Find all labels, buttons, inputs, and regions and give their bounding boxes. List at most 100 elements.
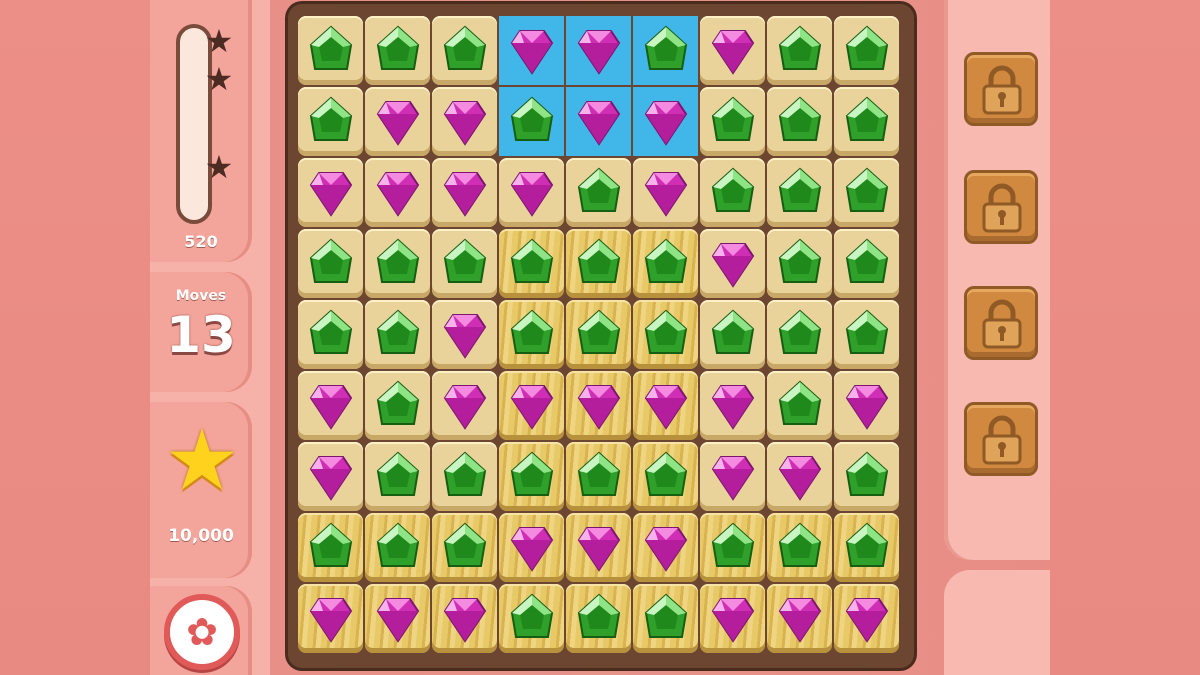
- board-tile[interactable]: [365, 16, 430, 85]
- wood-tile[interactable]: [298, 513, 363, 582]
- board-tile[interactable]: [700, 158, 765, 227]
- wood-tile[interactable]: [834, 513, 899, 582]
- board-tile[interactable]: [298, 87, 363, 156]
- board-tile[interactable]: [834, 371, 899, 440]
- pink-diamond-gem: [309, 455, 352, 501]
- pink-diamond-gem: [711, 242, 754, 288]
- board-tile[interactable]: [767, 16, 832, 85]
- wood-tile[interactable]: [633, 229, 698, 298]
- board-tile[interactable]: [365, 371, 430, 440]
- wood-tile[interactable]: [633, 300, 698, 369]
- wood-tile[interactable]: [499, 229, 564, 298]
- board-tile[interactable]: [365, 229, 430, 298]
- locked-booster-button[interactable]: [964, 170, 1038, 244]
- board-tile[interactable]: [298, 16, 363, 85]
- wood-tile[interactable]: [834, 584, 899, 653]
- locked-booster-button[interactable]: [964, 286, 1038, 360]
- board-tile[interactable]: [767, 158, 832, 227]
- wood-tile[interactable]: [365, 513, 430, 582]
- board-tile[interactable]: [700, 371, 765, 440]
- board-tile[interactable]: [298, 158, 363, 227]
- locked-booster-button[interactable]: [964, 52, 1038, 126]
- board-tile[interactable]: [432, 229, 497, 298]
- board-tile[interactable]: [566, 158, 631, 227]
- water-tile[interactable]: [566, 87, 631, 156]
- wood-tile[interactable]: [566, 371, 631, 440]
- pink-diamond-gem: [644, 526, 687, 572]
- wood-tile[interactable]: [633, 371, 698, 440]
- board-tile[interactable]: [432, 371, 497, 440]
- board-tile[interactable]: [834, 229, 899, 298]
- wood-tile[interactable]: [633, 442, 698, 511]
- board-tile[interactable]: [834, 16, 899, 85]
- board-tile[interactable]: [834, 158, 899, 227]
- wood-tile[interactable]: [499, 300, 564, 369]
- board-tile[interactable]: [298, 371, 363, 440]
- green-emerald-gem: [510, 96, 553, 141]
- settings-button[interactable]: ✿: [164, 594, 240, 670]
- locked-booster-button[interactable]: [964, 402, 1038, 476]
- board-tile[interactable]: [365, 87, 430, 156]
- board-tile[interactable]: [499, 158, 564, 227]
- board-tile[interactable]: [432, 442, 497, 511]
- wood-tile[interactable]: [566, 584, 631, 653]
- wood-tile[interactable]: [499, 442, 564, 511]
- board-tile[interactable]: [767, 229, 832, 298]
- wood-tile[interactable]: [499, 584, 564, 653]
- board-tile[interactable]: [365, 158, 430, 227]
- wood-tile[interactable]: [633, 513, 698, 582]
- board-tile[interactable]: [365, 442, 430, 511]
- wood-tile[interactable]: [700, 584, 765, 653]
- board-tile[interactable]: [700, 229, 765, 298]
- water-tile[interactable]: [566, 16, 631, 85]
- board-tile[interactable]: [298, 442, 363, 511]
- wood-tile[interactable]: [499, 513, 564, 582]
- green-emerald-gem: [778, 96, 821, 141]
- board-tile[interactable]: [298, 229, 363, 298]
- board-tile[interactable]: [700, 87, 765, 156]
- pink-diamond-gem: [510, 171, 553, 217]
- board-tile[interactable]: [834, 87, 899, 156]
- green-emerald-gem: [443, 238, 486, 283]
- green-emerald-gem: [644, 238, 687, 283]
- gear-icon: ✿: [186, 610, 218, 654]
- board-tile[interactable]: [700, 300, 765, 369]
- water-tile[interactable]: [633, 16, 698, 85]
- pink-diamond-gem: [443, 384, 486, 430]
- board-tile[interactable]: [633, 158, 698, 227]
- board-tile[interactable]: [432, 16, 497, 85]
- board-tile[interactable]: [432, 300, 497, 369]
- board-tile[interactable]: [767, 87, 832, 156]
- water-tile[interactable]: [499, 87, 564, 156]
- board-tile[interactable]: [432, 87, 497, 156]
- wood-tile[interactable]: [566, 442, 631, 511]
- wood-tile[interactable]: [499, 371, 564, 440]
- wood-tile[interactable]: [432, 584, 497, 653]
- board-tile[interactable]: [767, 442, 832, 511]
- wood-tile[interactable]: [767, 584, 832, 653]
- water-tile[interactable]: [499, 16, 564, 85]
- board-tile[interactable]: [298, 300, 363, 369]
- wood-tile[interactable]: [432, 513, 497, 582]
- wood-tile[interactable]: [298, 584, 363, 653]
- board-tile[interactable]: [834, 442, 899, 511]
- board-tile[interactable]: [834, 300, 899, 369]
- wood-tile[interactable]: [566, 229, 631, 298]
- board-tile[interactable]: [767, 300, 832, 369]
- board-tile[interactable]: [700, 16, 765, 85]
- wood-tile[interactable]: [566, 300, 631, 369]
- pink-diamond-gem: [845, 597, 888, 643]
- board-tile[interactable]: [700, 442, 765, 511]
- wood-tile[interactable]: [767, 513, 832, 582]
- wood-tile[interactable]: [566, 513, 631, 582]
- water-tile[interactable]: [633, 87, 698, 156]
- wood-tile[interactable]: [633, 584, 698, 653]
- board-tile[interactable]: [432, 158, 497, 227]
- green-emerald-gem: [845, 238, 888, 283]
- board-tile[interactable]: [767, 371, 832, 440]
- board-tile[interactable]: [365, 300, 430, 369]
- pink-diamond-gem: [845, 384, 888, 430]
- green-emerald-gem: [510, 309, 553, 354]
- wood-tile[interactable]: [365, 584, 430, 653]
- wood-tile[interactable]: [700, 513, 765, 582]
